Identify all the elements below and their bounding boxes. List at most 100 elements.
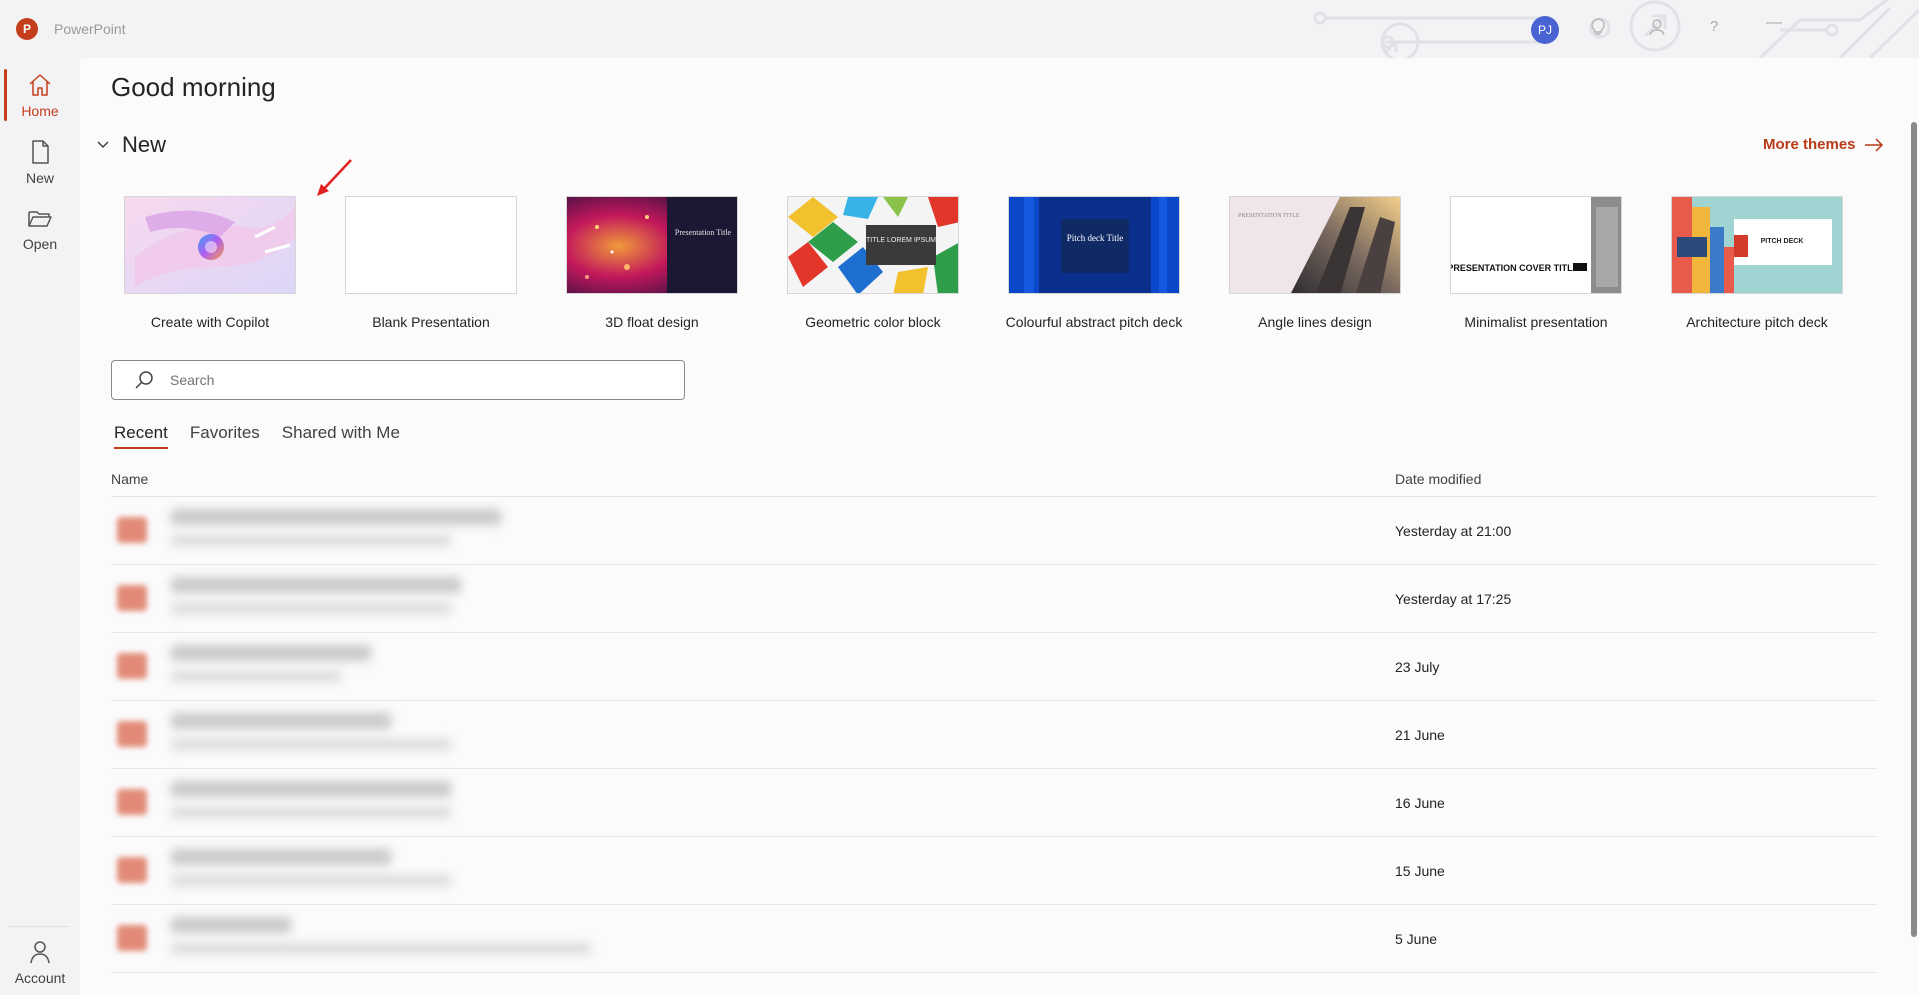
rail-item-new[interactable]: New [0,130,80,194]
arrow-right-icon [1864,137,1883,152]
file-path-redacted [171,807,451,818]
pptx-file-icon [117,721,147,747]
search-icon [135,371,153,389]
file-date: 16 June [1395,795,1445,811]
file-path-redacted [171,875,451,886]
file-name-redacted [171,713,391,729]
scrollbar-thumb[interactable] [1911,122,1917,937]
home-icon [29,74,51,96]
rail-item-home[interactable]: Home [0,63,80,127]
table-row[interactable]: 23 July [111,633,1877,701]
pitch-deck-thumbnail-art: Pitch deck Title [1009,197,1179,293]
template-label: Angle lines design [1258,314,1372,330]
decorative-circuit-pattern [1313,0,1919,58]
template-architecture-pitch-deck[interactable]: PITCH DECK Architecture pitch deck [1657,196,1857,330]
help-icon[interactable]: ? [1710,18,1718,35]
thumb-title-text: Presentation Title [675,228,732,237]
template-angle-lines-design[interactable]: PRESENTATION TITLE Angle lines design [1215,196,1415,330]
file-date: Yesterday at 21:00 [1395,523,1512,539]
template-thumbnail [345,196,517,294]
file-path-redacted [171,671,341,682]
search-input[interactable] [170,372,650,388]
file-date: 5 June [1395,931,1438,947]
table-row[interactable]: Yesterday at 17:25 [111,565,1877,633]
template-label: Geometric color block [805,314,941,330]
template-colourful-abstract-pitch-deck[interactable]: Pitch deck Title Colourful abstract pitc… [994,196,1194,330]
search-box[interactable] [111,360,685,400]
template-label: Minimalist presentation [1464,314,1608,330]
file-name-redacted [171,917,291,933]
table-row[interactable]: 15 June [111,837,1877,905]
template-blank-presentation[interactable]: Blank Presentation [331,196,531,330]
new-section-title: New [122,132,167,157]
template-create-with-copilot[interactable]: Create with Copilot [110,196,310,330]
greeting-heading: Good morning [111,72,276,102]
main-content: Good morning New More themes Create with… [80,58,1919,995]
copilot-thumbnail-art [125,197,295,293]
annotation-arrow-icon [317,159,352,196]
person-icon[interactable] [1648,18,1666,41]
folder-open-icon [28,211,52,227]
account-icon [30,941,50,964]
file-date: 21 June [1395,727,1445,743]
table-row[interactable]: 16 June [111,769,1877,837]
lightbulb-icon[interactable] [1590,18,1606,41]
thumb-title-text: Pitch deck Title [1067,233,1124,243]
recent-files-list: Yesterday at 21:00 Yesterday at 17:25 23… [111,497,1877,973]
file-name-redacted [171,781,451,797]
file-name-redacted [171,509,501,525]
template-label: 3D float design [605,314,699,330]
new-section-header[interactable]: New [96,132,166,158]
template-geometric-color-block[interactable]: TITLE LOREM IPSUM Geometric color block [773,196,973,330]
pptx-file-icon [117,789,147,815]
thumb-title-text: TITLE LOREM IPSUM [866,237,936,244]
tab-favorites[interactable]: Favorites [190,423,260,449]
minimalist-thumbnail-art: PRESENTATION COVER TITLE [1451,197,1621,293]
3d-float-thumbnail-art: Presentation Title [567,197,737,293]
angle-lines-thumbnail-art: PRESENTATION TITLE [1230,197,1400,293]
template-label: Colourful abstract pitch deck [1005,314,1183,330]
file-path-redacted [171,943,591,954]
title-bar: P PowerPoint PJ ? — [0,0,1919,58]
column-header-name[interactable]: Name [111,471,148,487]
new-file-icon [32,140,49,164]
column-header-date-modified[interactable]: Date modified [1395,471,1481,487]
rail-item-open[interactable]: Open [0,196,80,260]
user-avatar[interactable]: PJ [1531,16,1559,44]
template-3d-float-design[interactable]: Presentation Title 3D float design [552,196,752,330]
thumb-title-text: PRESENTATION TITLE [1238,213,1300,219]
file-date: 15 June [1395,863,1445,879]
tab-shared-with-me[interactable]: Shared with Me [282,423,400,449]
template-thumbnail: Pitch deck Title [1008,196,1180,294]
template-thumbnail: PRESENTATION TITLE [1229,196,1401,294]
file-date: 23 July [1395,659,1440,675]
template-minimalist-presentation[interactable]: PRESENTATION COVER TITLE Minimalist pres… [1436,196,1636,330]
table-row[interactable]: 5 June [111,905,1877,973]
file-path-redacted [171,535,451,546]
minimize-icon[interactable]: — [1766,14,1782,32]
tab-recent[interactable]: Recent [114,423,168,449]
left-navigation-rail: Home New Open Account [0,58,80,995]
table-row[interactable]: 21 June [111,701,1877,769]
thumb-title-text: PRESENTATION COVER TITLE [1451,263,1579,273]
file-tabs: Recent Favorites Shared with Me [114,423,422,449]
pptx-file-icon [117,857,147,883]
rail-divider [8,926,70,927]
powerpoint-logo-icon: P [16,18,38,40]
pptx-file-icon [117,585,147,611]
geometric-thumbnail-art: TITLE LOREM IPSUM [788,197,958,293]
rail-item-label: New [25,170,54,186]
table-row[interactable]: Yesterday at 21:00 [111,497,1877,565]
app-title: PowerPoint [54,21,126,37]
file-path-redacted [171,603,451,614]
rail-item-label: Open [22,236,58,252]
template-gallery: Create with Copilot Blank Presentation P… [110,196,1890,336]
template-label: Architecture pitch deck [1686,314,1828,330]
more-themes-link[interactable]: More themes [1763,136,1884,153]
chevron-down-icon [97,141,109,149]
file-name-redacted [171,645,371,661]
rail-item-account[interactable]: Account [0,930,80,994]
pptx-file-icon [117,925,147,951]
pptx-file-icon [117,517,147,543]
rail-item-label: Account [14,970,66,986]
